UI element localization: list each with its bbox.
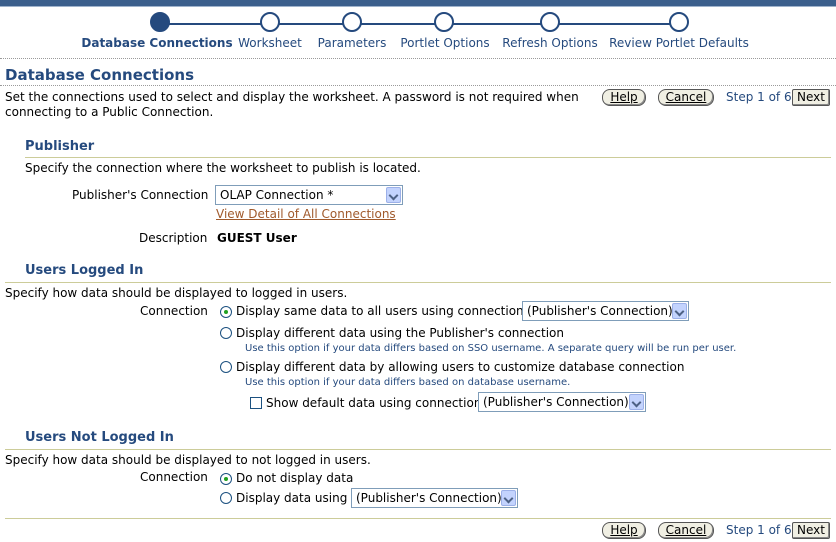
chevron-down-icon — [672, 303, 687, 319]
step-node-worksheet[interactable] — [260, 12, 280, 32]
users-not-logged-in-section-title: Users Not Logged In — [25, 430, 174, 445]
show-default-data-checkbox[interactable] — [250, 397, 262, 409]
publisher-divider — [25, 157, 831, 158]
not-logged-in-display-label[interactable]: Display data using — [236, 491, 347, 505]
show-default-data-label[interactable]: Show default data using connection — [266, 396, 481, 410]
train-divider — [0, 58, 836, 59]
users-logged-in-instruction: Specify how data should be displayed to … — [5, 286, 348, 300]
step-node-portlet-options[interactable] — [434, 12, 454, 32]
title-divider — [0, 85, 836, 86]
publishers-connection-label: Publisher's Connection — [72, 188, 209, 202]
page-description-line2: connecting to a Public Connection. — [5, 105, 214, 119]
page-description-line1: Set the connections used to select and d… — [5, 90, 579, 104]
next-button-bottom[interactable]: Next — [792, 522, 830, 539]
logged-in-same-data-radio[interactable] — [220, 306, 232, 318]
step-node-review-portlet-defaults[interactable] — [669, 12, 689, 32]
description-value: GUEST User — [217, 231, 297, 245]
users-logged-in-section-title: Users Logged In — [25, 263, 144, 278]
users-not-logged-in-instruction: Specify how data should be displayed to … — [5, 453, 371, 467]
not-logged-in-display-radio[interactable] — [220, 492, 232, 504]
publishers-connection-value: OLAP Connection * — [220, 188, 334, 202]
step-label-review-portlet-defaults[interactable]: Review Portlet Defaults — [609, 36, 749, 50]
step-counter-top: Step 1 of 6 — [726, 90, 792, 104]
logged-in-same-data-select[interactable]: (Publisher's Connection) — [522, 301, 689, 321]
publishers-connection-select[interactable]: OLAP Connection * — [215, 185, 403, 205]
footer-divider — [5, 518, 831, 519]
logged-in-customize-label[interactable]: Display different data by allowing users… — [236, 360, 684, 374]
logged-in-customize-hint: Use this option if your data differs bas… — [245, 377, 571, 388]
top-banner — [0, 0, 836, 7]
chevron-down-icon — [629, 394, 644, 410]
step-node-parameters[interactable] — [342, 12, 362, 32]
not-logged-in-connection-label: Connection — [140, 470, 208, 484]
cancel-button-top[interactable]: Cancel — [658, 89, 714, 106]
next-button-top[interactable]: Next — [792, 89, 830, 106]
not-logged-in-display-select-value: (Publisher's Connection) — [356, 491, 502, 505]
step-node-refresh-options[interactable] — [540, 12, 560, 32]
page-title: Database Connections — [5, 66, 195, 84]
not-logged-in-display-select[interactable]: (Publisher's Connection) — [351, 488, 518, 508]
logged-in-connection-label: Connection — [140, 304, 208, 318]
publisher-section-title: Publisher — [25, 139, 95, 154]
logged-in-sso-radio[interactable] — [220, 327, 232, 339]
step-label-refresh-options[interactable]: Refresh Options — [502, 36, 597, 50]
step-label-portlet-options[interactable]: Portlet Options — [400, 36, 489, 50]
step-label-parameters[interactable]: Parameters — [318, 36, 387, 50]
users-not-logged-in-divider — [5, 449, 831, 450]
logged-in-same-data-label[interactable]: Display same data to all users using con… — [236, 304, 524, 318]
chevron-down-icon — [501, 490, 516, 506]
users-logged-in-divider — [5, 282, 831, 283]
logged-in-sso-label[interactable]: Display different data using the Publish… — [236, 326, 564, 340]
chevron-down-icon — [386, 187, 401, 203]
publisher-instruction: Specify the connection where the workshe… — [25, 161, 421, 175]
logged-in-sso-hint: Use this option if your data differs bas… — [245, 343, 737, 354]
help-button-top[interactable]: Help — [602, 89, 646, 106]
step-label-worksheet[interactable]: Worksheet — [238, 36, 302, 50]
logged-in-customize-radio[interactable] — [220, 361, 232, 373]
logged-in-same-data-select-value: (Publisher's Connection) — [527, 304, 673, 318]
train-connector — [168, 23, 681, 25]
show-default-data-select[interactable]: (Publisher's Connection) — [478, 392, 646, 412]
step-node-database-connections — [150, 12, 170, 32]
not-logged-in-no-data-label[interactable]: Do not display data — [236, 471, 353, 485]
not-logged-in-no-data-radio[interactable] — [220, 473, 232, 485]
help-button-bottom[interactable]: Help — [602, 522, 646, 539]
view-detail-link[interactable]: View Detail of All Connections — [216, 207, 396, 221]
cancel-button-bottom[interactable]: Cancel — [658, 522, 714, 539]
step-counter-bottom: Step 1 of 6 — [726, 523, 792, 537]
show-default-data-select-value: (Publisher's Connection) — [483, 395, 629, 409]
description-label: Description — [139, 231, 208, 245]
step-label-database-connections: Database Connections — [81, 36, 233, 50]
